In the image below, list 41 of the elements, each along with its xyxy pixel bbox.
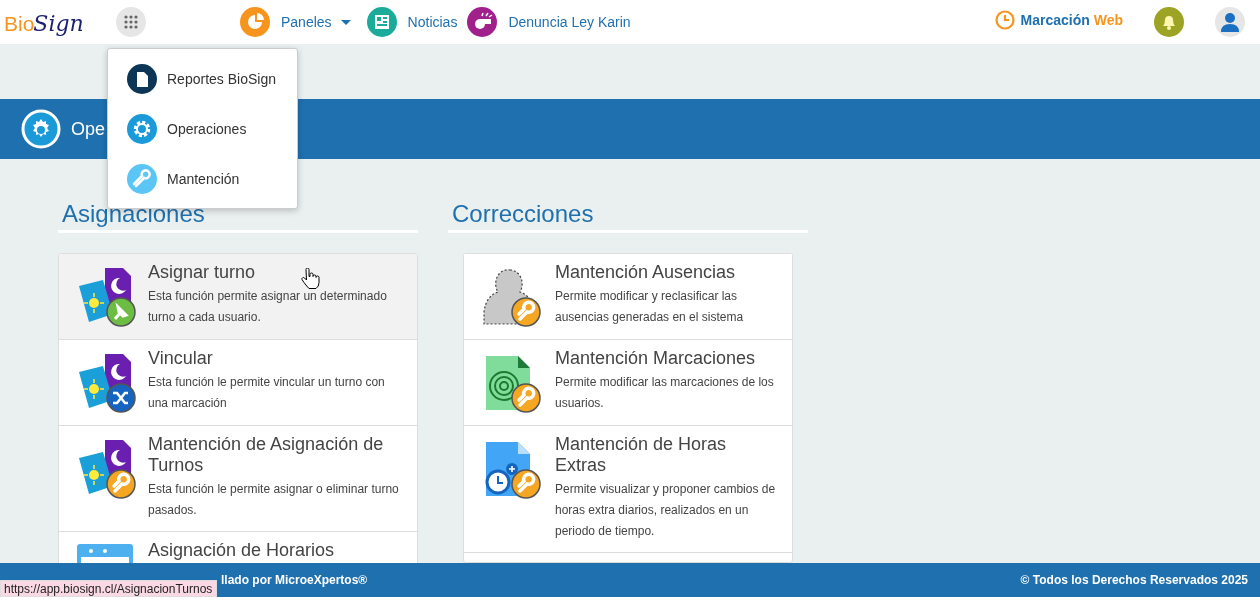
card-title: Mantención de Horas Extras: [555, 434, 728, 476]
person-wrench-drawing: [480, 266, 542, 328]
function-card[interactable]: Mantención Ausencias Permite modificar y reclasificar las ausencias generadas en el sistema: [464, 254, 792, 340]
card-description: Permite visualizar y proponer cambios de horas extra diarios, realizados en un periodo de tiempo.: [555, 481, 777, 540]
card-title: Mantención de Asignación de Turnos: [148, 434, 385, 476]
newspaper-icon: [366, 7, 397, 37]
pie-chart-icon: [240, 7, 270, 37]
nav-link[interactable]: Noticias: [407, 14, 458, 30]
function-card[interactable]: Asignar turno Esta función permite asignar un determinado turno a cada usuario.: [59, 254, 417, 340]
gear-icon: [21, 109, 61, 149]
user-avatar-icon[interactable]: [1215, 7, 1245, 37]
menu-item[interactable]: Operaciones: [108, 104, 297, 154]
card-description: Permite modificar y reclasificar las ausencias generadas en el sistema: [555, 288, 745, 326]
card-description: Esta función le permite asignar o eliminar turno pasados.: [148, 481, 400, 519]
card-title: Asignación de Horarios: [148, 540, 335, 561]
gear-icon: [127, 114, 157, 144]
menu-item[interactable]: Reportes BioSign: [108, 54, 297, 104]
marcacion-web-link[interactable]: Marcación Web: [1020, 12, 1123, 28]
footer-copyright: © Todos los Derechos Reservados 2025: [1020, 573, 1248, 587]
whistle-icon: [467, 7, 498, 37]
wrench-icon: [127, 164, 157, 194]
clock-icon: [994, 10, 1015, 30]
nav-link[interactable]: Paneles: [281, 14, 332, 30]
apps-grid-icon[interactable]: [123, 14, 139, 30]
document-icon: [127, 64, 157, 94]
card-description: Permite modificar las marcaciones de los usuarios.: [555, 374, 775, 412]
card-title: Mantención Ausencias: [555, 262, 736, 283]
logo[interactable]: BioSign: [4, 10, 100, 36]
card-description: Esta función le permite vincular un turno con una marcación: [148, 374, 386, 412]
caret-icon: [340, 19, 351, 25]
status-url-tooltip: https://app.biosign.cl/AsignacionTurnos: [0, 580, 218, 597]
card-title: Mantención Marcaciones: [555, 348, 756, 369]
page-title: Ope: [71, 118, 106, 140]
card-title: Vincular: [148, 348, 213, 369]
card-description: Esta función permite asignar un determinado turno a cada usuario.: [148, 288, 388, 326]
notification-bell-icon[interactable]: [1154, 7, 1184, 37]
section-heading: Correcciones: [448, 159, 808, 233]
nav-link[interactable]: Denuncia Ley Karin: [508, 14, 631, 30]
hand-cursor-icon: [301, 268, 320, 290]
footer-version-text: llado por MicroeXpertos®: [221, 573, 368, 587]
card-title: Asignar turno: [148, 262, 256, 283]
